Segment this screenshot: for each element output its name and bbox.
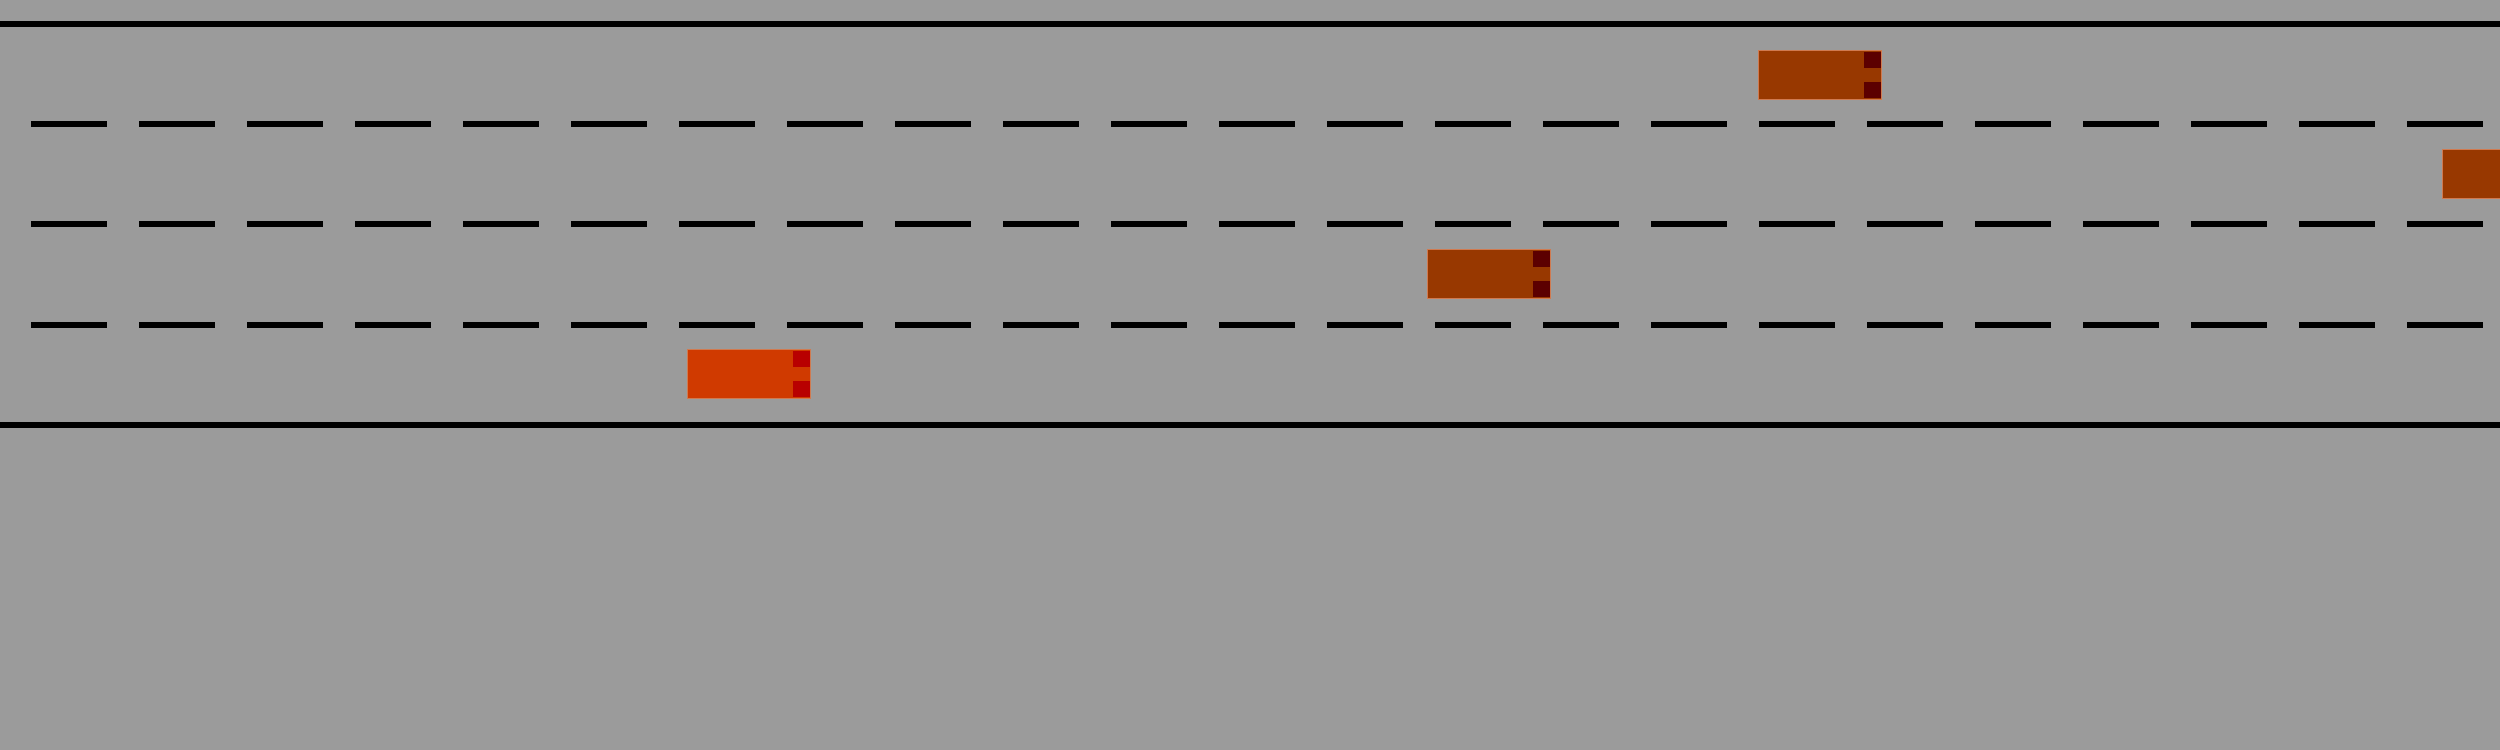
ego-vehicle-tail-light [793,381,810,397]
road-top-edge [0,21,2500,27]
highway-scene [0,0,2500,750]
ego-vehicle [687,349,811,399]
road-bottom-edge [0,422,2500,428]
lane-divider-1 [0,121,2500,127]
vehicle-tail-light [1533,281,1550,297]
lane-divider-3 [0,322,2500,328]
vehicle-lane-1 [1758,50,1882,100]
vehicle-tail-light [1533,251,1550,267]
vehicle-lane-3 [1427,249,1551,299]
vehicle-tail-light [1864,82,1881,98]
vehicle-lane-2 [2442,149,2500,199]
ego-vehicle-tail-light [793,351,810,367]
lane-divider-2 [0,221,2500,227]
vehicle-tail-light [1864,52,1881,68]
